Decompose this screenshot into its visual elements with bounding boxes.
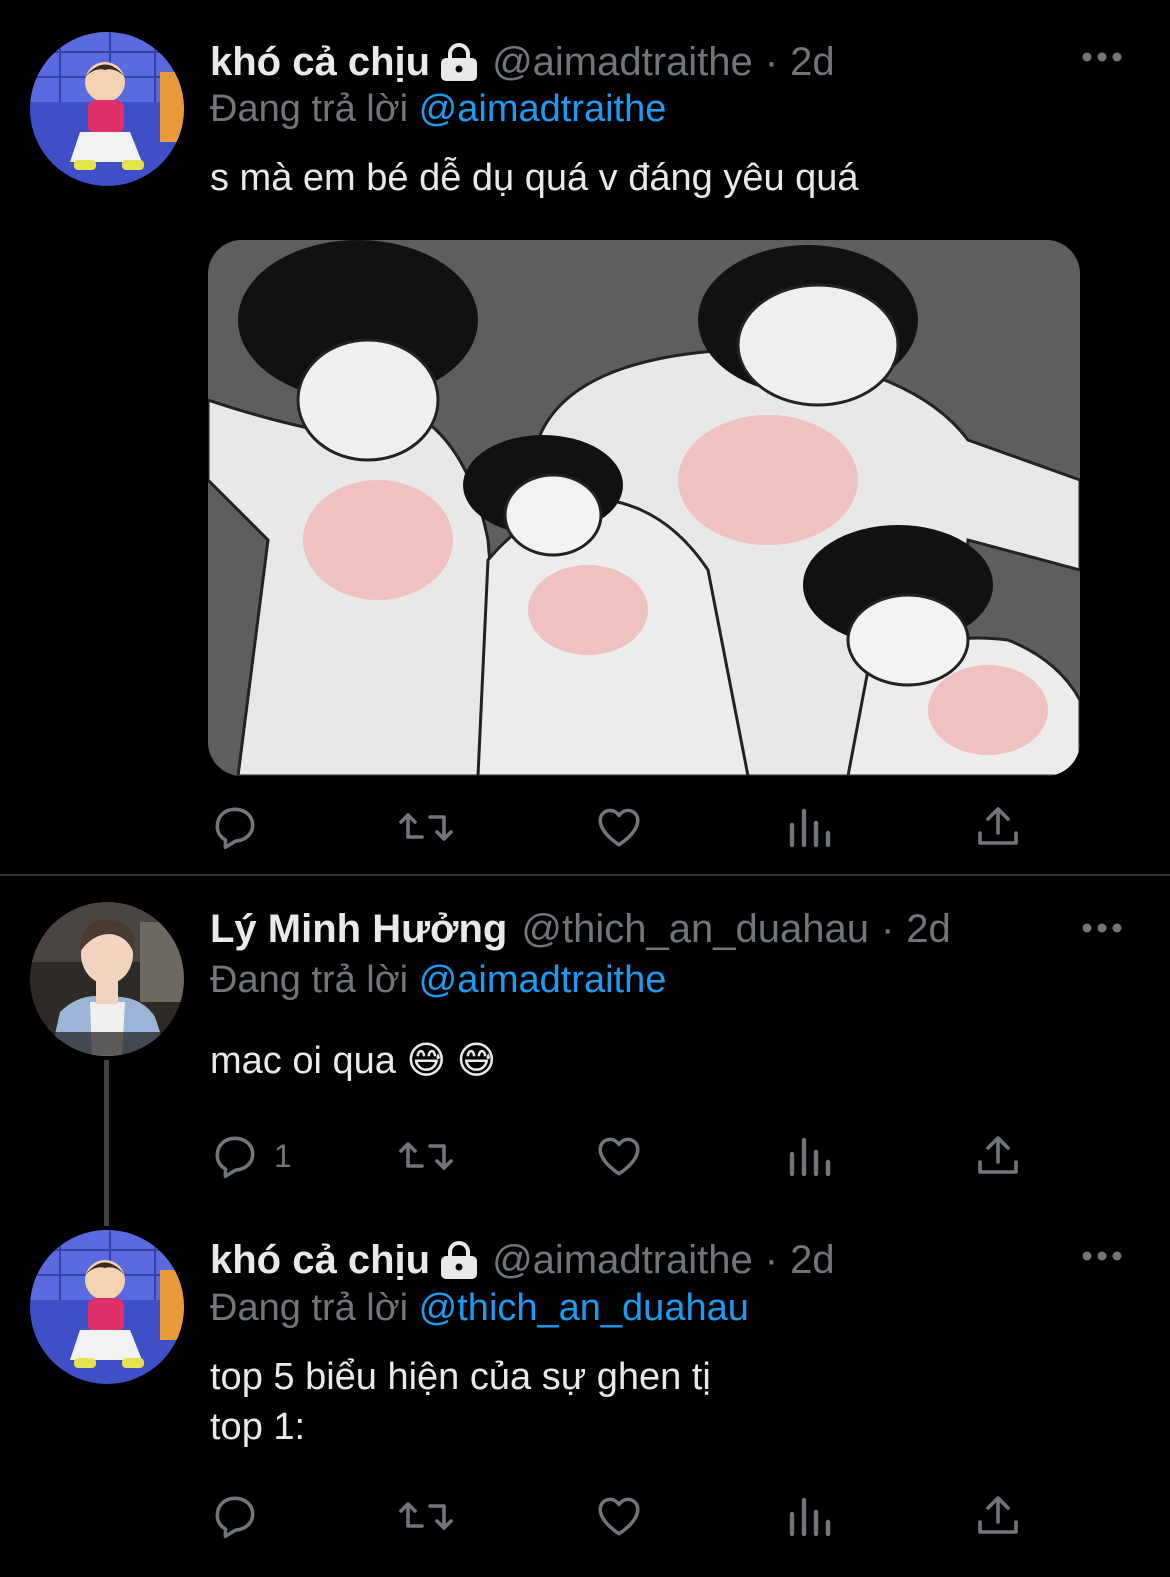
reply-button[interactable]: 1 [210, 1126, 292, 1186]
avatar[interactable] [30, 902, 184, 1056]
views-icon [788, 1494, 832, 1538]
mention-link[interactable]: @thich_an_duahau [419, 1287, 749, 1329]
handle[interactable]: @aimadtraithe [492, 1238, 753, 1283]
handle[interactable]: @thich_an_duahau [521, 907, 869, 952]
tweet-image[interactable] [208, 240, 1080, 776]
like-button[interactable] [594, 1126, 644, 1186]
like-icon [594, 1491, 644, 1541]
display-name[interactable]: khó cả chịu [210, 40, 430, 85]
retweet-icon [398, 802, 454, 852]
more-icon[interactable] [1078, 37, 1126, 77]
display-name[interactable]: Lý Minh Hưởng [210, 907, 507, 952]
share-button[interactable] [974, 1126, 1022, 1186]
tweet-text: s mà em bé dễ dụ quá v đáng yêu quá [210, 157, 859, 199]
avatar[interactable] [30, 32, 184, 186]
like-icon [594, 802, 644, 852]
tweet-2[interactable]: Lý Minh Hưởng @thich_an_duahau · 2d Đang… [0, 876, 1170, 1226]
lock-icon [438, 1241, 480, 1279]
share-icon [974, 803, 1022, 851]
timestamp[interactable]: 2d [790, 40, 835, 85]
retweet-button[interactable] [398, 797, 454, 857]
tweet-header: khó cả chịu @aimadtraithe · 2d [210, 37, 835, 87]
separator: · [880, 906, 895, 951]
share-icon [974, 1492, 1022, 1540]
views-button[interactable] [788, 797, 832, 857]
like-button[interactable] [594, 797, 644, 857]
separator: · [764, 1237, 779, 1282]
tweet-text-line-1: top 5 biểu hiện của sự ghen tị [210, 1356, 711, 1398]
share-icon [974, 1132, 1022, 1180]
reply-button[interactable] [210, 1486, 274, 1546]
tweet-3[interactable]: khó cả chịu @aimadtraithe · 2d Đang trả … [0, 1226, 1170, 1577]
replying-to: Đang trả lời @aimadtraithe [210, 84, 666, 134]
handle[interactable]: @aimadtraithe [492, 40, 753, 85]
replying-label: Đang trả lời [210, 88, 409, 130]
tweet-text-line-2: top 1: [210, 1406, 306, 1448]
separator: · [764, 39, 779, 84]
replying-label: Đang trả lời [210, 959, 409, 1001]
tweet-actions [210, 797, 1060, 857]
tweet-actions [210, 1486, 1060, 1546]
replying-label: Đang trả lời [210, 1287, 409, 1329]
tweet-header: Lý Minh Hưởng @thich_an_duahau · 2d [210, 904, 951, 954]
retweet-icon [398, 1131, 454, 1181]
share-button[interactable] [974, 797, 1022, 857]
timestamp[interactable]: 2d [790, 1238, 835, 1283]
like-button[interactable] [594, 1486, 644, 1546]
tweet-actions: 1 [210, 1126, 1060, 1186]
views-button[interactable] [788, 1126, 832, 1186]
thread-line [104, 1060, 109, 1226]
more-icon[interactable] [1078, 1236, 1126, 1276]
mention-link[interactable]: @aimadtraithe [419, 88, 667, 130]
replying-to: Đang trả lời @thich_an_duahau [210, 1283, 749, 1333]
avatar[interactable] [30, 1230, 184, 1384]
reply-icon [210, 1491, 260, 1541]
tweet-1[interactable]: khó cả chịu @aimadtraithe · 2d Đang trả … [0, 0, 1170, 876]
mention-link[interactable]: @aimadtraithe [419, 959, 667, 1001]
reply-icon [210, 1131, 260, 1181]
tweet-text: mac oi qua 😅 😅 [210, 1040, 497, 1082]
views-button[interactable] [788, 1486, 832, 1546]
share-button[interactable] [974, 1486, 1022, 1546]
like-icon [594, 1131, 644, 1181]
reply-button[interactable] [210, 797, 274, 857]
reply-count: 1 [274, 1137, 292, 1174]
replying-to: Đang trả lời @aimadtraithe [210, 955, 666, 1005]
tweet-header: khó cả chịu @aimadtraithe · 2d [210, 1235, 835, 1285]
retweet-button[interactable] [398, 1126, 454, 1186]
reply-icon [210, 802, 260, 852]
more-icon[interactable] [1078, 908, 1126, 948]
retweet-button[interactable] [398, 1486, 454, 1546]
timestamp[interactable]: 2d [906, 907, 951, 952]
display-name[interactable]: khó cả chịu [210, 1238, 430, 1283]
views-icon [788, 805, 832, 849]
retweet-icon [398, 1491, 454, 1541]
views-icon [788, 1134, 832, 1178]
lock-icon [438, 43, 480, 81]
